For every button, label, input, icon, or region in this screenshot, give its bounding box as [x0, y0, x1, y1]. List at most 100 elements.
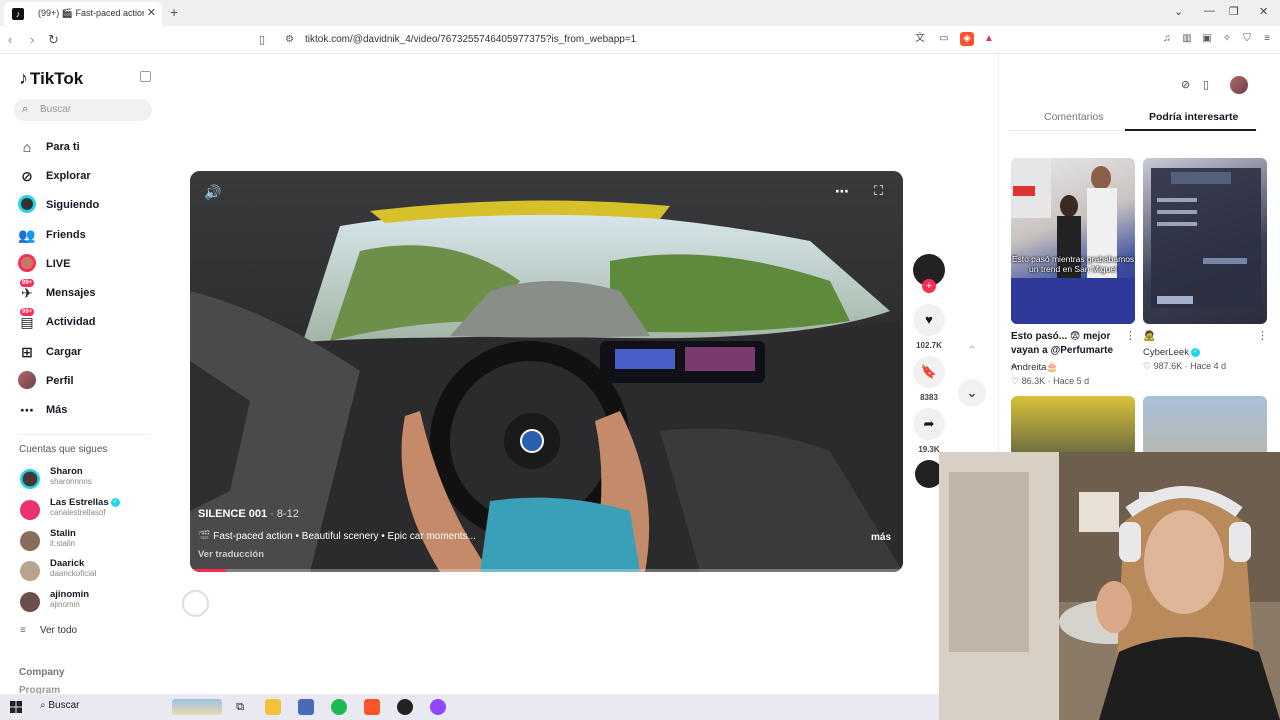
obs-icon[interactable] [397, 699, 413, 715]
nav-label: Cargar [46, 346, 82, 358]
recommendation-thumbnail[interactable]: Esto pasó mientras grabábamos un trend e… [1011, 158, 1135, 324]
reload-icon[interactable]: ↻ [48, 32, 59, 48]
recommendation-time: Hace 4 d [1190, 361, 1227, 371]
nav-label: Actividad [46, 316, 96, 328]
nav-label: Para ti [46, 141, 80, 153]
bookmark-save-icon[interactable]: 🔖 [913, 356, 945, 388]
file-explorer-icon[interactable] [265, 699, 281, 715]
video-player[interactable]: 🔊 ⋯ ⛶ SILENCE 001 · 8-12 🎬 Fast-paced ac… [190, 171, 903, 572]
previous-video-icon[interactable]: ⌃ [958, 337, 986, 365]
account-handle: it.stalin [50, 539, 75, 548]
tab-comentarios[interactable]: Comentarios [1044, 111, 1104, 123]
sidebar-toggle-icon[interactable]: ▥ [1180, 32, 1194, 46]
taskbar-search-label: Buscar [48, 700, 80, 711]
phone-icon[interactable]: ▯ [1203, 78, 1209, 91]
video-author[interactable]: SILENCE 001 · 8-12 [198, 508, 299, 520]
volume-icon[interactable]: 🔊 [204, 184, 221, 201]
account-handle: canalestrellasof [50, 508, 106, 517]
translate-icon[interactable]: 文 [913, 32, 927, 46]
brave-icon[interactable] [364, 699, 380, 715]
app-icon[interactable] [298, 699, 314, 715]
recommendation-author[interactable]: Andreita🎂 [1011, 362, 1058, 373]
see-all-link[interactable]: ≡ Ver todo [20, 625, 77, 636]
company-link[interactable]: Company [19, 667, 65, 678]
user-avatar[interactable] [1230, 76, 1248, 94]
taskbar: ⌕ Buscar ⧉ [0, 694, 939, 720]
minimize-icon[interactable]: — [1204, 5, 1215, 17]
heart-outline-icon: ♡ [1011, 376, 1022, 386]
menu-icon[interactable]: ≡ [1260, 32, 1274, 46]
account-name-text: Las Estrellas [50, 497, 109, 508]
cast-icon[interactable]: ▭ [937, 32, 951, 46]
nav-label: Mensajes [46, 287, 96, 299]
webcam-overlay [939, 452, 1280, 720]
friends-icon: 👥 [18, 227, 36, 243]
media-icon[interactable]: ♫ [1160, 32, 1174, 46]
like-icon[interactable]: ♥ [913, 304, 945, 336]
browser-tab[interactable]: ♪ (99+) 🎬 Fast-paced action • ✕ [4, 2, 162, 26]
url-field[interactable]: tiktok.com/@davidnik_4/video/76732557464… [305, 34, 636, 45]
vpn-icon[interactable]: ⛉ [1240, 32, 1254, 46]
thumbnail-overlay-text: Esto pasó mientras grabábamos un trend e… [1011, 254, 1135, 274]
forward-icon[interactable]: › [30, 32, 34, 47]
recommendation-thumbnail[interactable] [1143, 396, 1267, 456]
follow-plus-icon[interactable]: + [922, 279, 936, 293]
account-name: Daarick [50, 558, 85, 569]
brave-shield-icon[interactable]: ◈ [960, 32, 974, 46]
video-author-name: SILENCE 001 [198, 508, 268, 520]
nav-label: Explorar [46, 170, 91, 182]
windows-start-icon[interactable] [10, 701, 22, 713]
tiktok-logo[interactable]: ♪ TikTok [19, 68, 83, 89]
brave-rewards-icon[interactable]: ▲ [982, 32, 996, 46]
verified-icon: ✓ [110, 497, 120, 507]
loading-spinner [182, 590, 209, 617]
share-icon[interactable]: ➦ [913, 408, 945, 440]
close-window-icon[interactable]: ✕ [1259, 5, 1268, 18]
avatar [20, 500, 40, 520]
search-input[interactable]: ⌕ Buscar [14, 99, 152, 121]
bookmark-icon[interactable]: ▯ [259, 33, 265, 46]
wallet-icon[interactable]: ▣ [1200, 32, 1214, 46]
maximize-icon[interactable]: ❐ [1229, 5, 1239, 18]
next-video-icon[interactable]: ⌄ [958, 379, 986, 407]
more-link[interactable]: más [871, 532, 891, 543]
more-options-icon[interactable]: ⋮ [1257, 329, 1268, 342]
task-view-icon[interactable]: ⧉ [232, 699, 248, 715]
save-count: 8383 [920, 393, 938, 402]
account-handle: sharonnnns [50, 477, 92, 486]
more-options-icon[interactable]: ⋮ [1125, 329, 1136, 342]
logo-text: TikTok [30, 69, 84, 88]
collapse-sidebar-icon[interactable] [140, 71, 151, 82]
tab-podria-interesarte[interactable]: Podría interesarte [1149, 111, 1238, 123]
leo-ai-icon[interactable]: ✧ [1220, 32, 1234, 46]
site-settings-icon[interactable]: ⚙ [285, 34, 294, 45]
tab-list-chevron-icon[interactable]: ⌄ [1174, 5, 1183, 18]
like-count: 102.7K [916, 341, 942, 350]
nav-label: Perfil [46, 375, 74, 387]
spotify-icon[interactable] [331, 699, 347, 715]
following-section-title: Cuentas que sigues [19, 444, 108, 455]
recommendation-author[interactable]: CyberLeek ✓ [1143, 347, 1200, 358]
new-tab-button[interactable]: + [170, 4, 178, 20]
fullscreen-icon[interactable]: ⛶ [874, 183, 883, 199]
taskbar-search[interactable]: ⌕ Buscar [40, 700, 80, 711]
stream-app-icon[interactable] [430, 699, 446, 715]
see-translation-link[interactable]: Ver traducción [198, 549, 264, 560]
divider [19, 434, 149, 435]
recommendation-title[interactable]: 🧟 [1143, 330, 1155, 344]
back-icon[interactable]: ‹ [8, 32, 12, 47]
recommendation-thumbnail[interactable] [1143, 158, 1267, 324]
recommendation-likes: 987.6K [1153, 361, 1183, 371]
home-icon: ⌂ [22, 139, 32, 155]
tiktok-note-icon: ♪ [19, 68, 28, 88]
more-options-icon[interactable]: ⋯ [835, 183, 849, 200]
messages-badge: 99+ [20, 279, 35, 287]
recommendation-thumbnail[interactable] [1011, 396, 1135, 456]
close-tab-icon[interactable]: ✕ [147, 6, 156, 19]
account-name: Stalin [50, 528, 76, 539]
recommendation-time: Hace 5 d [1053, 376, 1090, 386]
video-progress-bar[interactable] [190, 569, 903, 572]
activity-badge: 99+ [20, 308, 35, 316]
recommendation-meta: ♡ 86.3K · Hace 5 d [1011, 376, 1090, 386]
coins-icon[interactable]: ⊘ [1181, 78, 1190, 91]
